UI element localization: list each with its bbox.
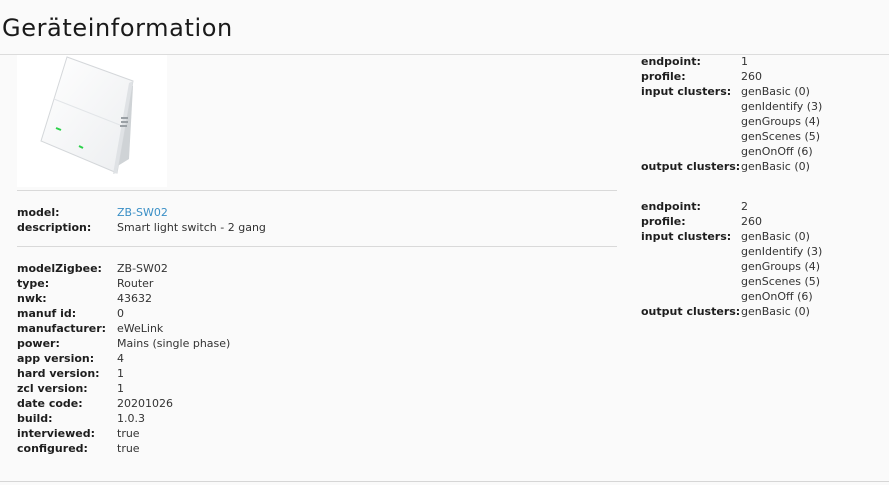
cluster-list: genBasic (0) genIdentify (3) genGroups (4)… — [741, 229, 822, 304]
cluster-item: genOnOff (6) — [741, 290, 813, 303]
field-label: app version: — [17, 352, 95, 365]
detail-row: zcl version: 1 — [17, 381, 230, 396]
field-label: nwk: — [17, 292, 47, 305]
detail-row: app version: 4 — [17, 351, 230, 366]
field-label: date code: — [17, 397, 83, 410]
cluster-item: genGroups (4) — [741, 115, 821, 128]
field-label: modelZigbee: — [17, 262, 102, 275]
section-divider — [17, 246, 617, 247]
endpoint-row: endpoint: 2 — [641, 199, 822, 214]
model-link[interactable]: ZB-SW02 — [117, 205, 168, 220]
wall-switch-illustration — [40, 56, 134, 174]
field-value: 0 — [117, 307, 124, 320]
field-label: configured: — [17, 442, 88, 455]
cluster-list: genBasic (0) — [741, 159, 810, 174]
summary-row: description: Smart light switch - 2 gang — [17, 220, 266, 235]
field-value: Router — [117, 277, 154, 290]
footer-divider — [0, 481, 889, 482]
field-label: endpoint: — [641, 55, 701, 68]
device-image — [17, 55, 167, 187]
cluster-item: genIdentify (3) — [741, 100, 823, 113]
cluster-item: genScenes (5) — [741, 130, 821, 143]
field-value: 43632 — [117, 292, 152, 305]
field-value: 1 — [741, 55, 748, 68]
cluster-list: genBasic (0) — [741, 304, 810, 319]
detail-row: interviewed: true — [17, 426, 230, 441]
field-label: zcl version: — [17, 382, 88, 395]
field-label: description: — [17, 221, 92, 234]
field-value: 20201026 — [117, 397, 173, 410]
detail-row: modelZigbee: ZB-SW02 — [17, 261, 230, 276]
output-clusters-row: output clusters: genBasic (0) — [641, 159, 822, 174]
field-value: 260 — [741, 215, 762, 228]
endpoint-block-2: endpoint: 2 profile: 260 input clusters: genB… — [641, 199, 822, 319]
field-label: build: — [17, 412, 53, 425]
detail-row: configured: true — [17, 441, 230, 456]
field-value: 2 — [741, 200, 748, 213]
detail-row: type: Router — [17, 276, 230, 291]
field-label: power: — [17, 337, 60, 350]
field-label: hard version: — [17, 367, 100, 380]
profile-row: profile: 260 — [641, 214, 822, 229]
cluster-item: genBasic (0) — [741, 230, 810, 243]
field-label: manuf id: — [17, 307, 77, 320]
cluster-item: genBasic (0) — [741, 305, 810, 318]
cluster-item: genBasic (0) — [741, 160, 810, 173]
field-value: 1 — [117, 367, 124, 380]
field-value: 1 — [117, 382, 124, 395]
detail-row: hard version: 1 — [17, 366, 230, 381]
cluster-item: genGroups (4) — [741, 260, 821, 273]
field-value: ZB-SW02 — [117, 262, 168, 275]
detail-row: nwk: 43632 — [17, 291, 230, 306]
field-label: endpoint: — [641, 200, 701, 213]
summary-row: model: ZB-SW02 — [17, 205, 266, 220]
field-label: model: — [17, 206, 60, 219]
field-value: Smart light switch - 2 gang — [117, 221, 266, 234]
input-clusters-row: input clusters: genBasic (0) genIdentify (… — [641, 84, 822, 159]
cluster-item: genBasic (0) — [741, 85, 810, 98]
field-label: interviewed: — [17, 427, 96, 440]
endpoint-block-1: endpoint: 1 profile: 260 input clusters: genB… — [641, 54, 822, 174]
field-label: output clusters: — [641, 305, 741, 318]
detail-row: manufacturer: eWeLink — [17, 321, 230, 336]
endpoint-row: endpoint: 1 — [641, 54, 822, 69]
cluster-item: genOnOff (6) — [741, 145, 813, 158]
field-label: profile: — [641, 215, 686, 228]
detail-row: date code: 20201026 — [17, 396, 230, 411]
field-value: Mains (single phase) — [117, 337, 231, 350]
field-label: profile: — [641, 70, 686, 83]
summary-list: model: ZB-SW02 description: Smart light swi… — [17, 205, 266, 235]
page-title: Geräteinformation — [2, 14, 233, 42]
detail-row: build: 1.0.3 — [17, 411, 230, 426]
field-label: input clusters: — [641, 85, 732, 98]
field-value: 1.0.3 — [117, 412, 145, 425]
cluster-list: genBasic (0) genIdentify (3) genGroups (4)… — [741, 84, 822, 159]
output-clusters-row: output clusters: genBasic (0) — [641, 304, 822, 319]
input-clusters-row: input clusters: genBasic (0) genIdentify (… — [641, 229, 822, 304]
details-list: modelZigbee: ZB-SW02 type: Router nwk: 43632 m… — [17, 261, 230, 456]
field-value: true — [117, 442, 140, 455]
cluster-item: genIdentify (3) — [741, 245, 823, 258]
cluster-item: genScenes (5) — [741, 275, 821, 288]
field-label: output clusters: — [641, 160, 741, 173]
section-divider — [17, 190, 617, 191]
detail-row: power: Mains (single phase) — [17, 336, 230, 351]
field-value: 260 — [741, 70, 762, 83]
field-value: eWeLink — [117, 322, 164, 335]
profile-row: profile: 260 — [641, 69, 822, 84]
field-label: input clusters: — [641, 230, 732, 243]
detail-row: manuf id: 0 — [17, 306, 230, 321]
field-label: manufacturer: — [17, 322, 107, 335]
field-value: 4 — [117, 352, 124, 365]
field-value: true — [117, 427, 140, 440]
field-label: type: — [17, 277, 50, 290]
